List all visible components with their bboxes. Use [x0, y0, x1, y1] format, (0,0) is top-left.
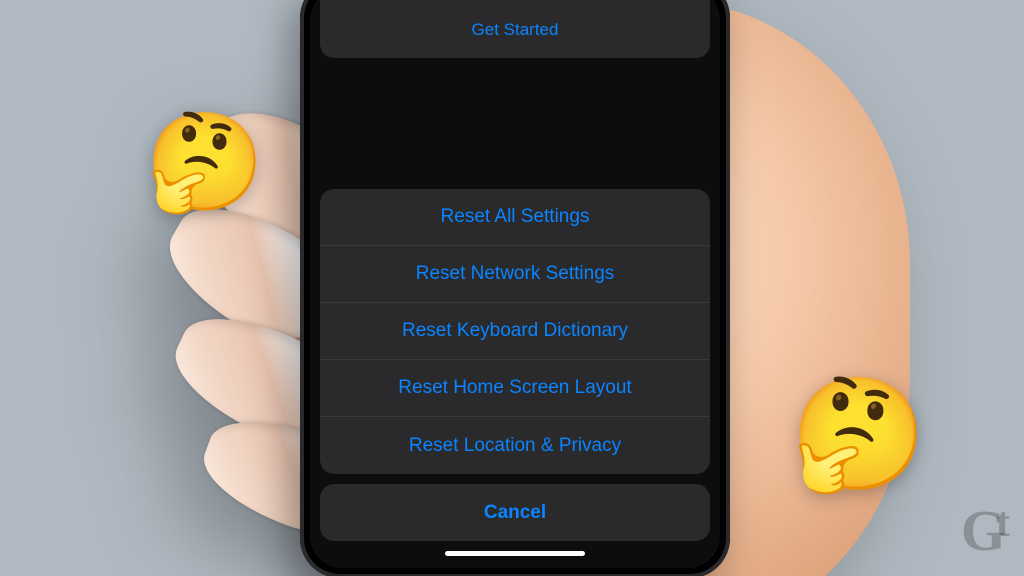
iphone-screen: Get Started Reset All Settings Reset Net… [310, 0, 720, 568]
reset-all-settings-item[interactable]: Reset All Settings [320, 189, 710, 246]
reset-item-label: Reset Keyboard Dictionary [402, 320, 628, 342]
cancel-button[interactable]: Cancel [320, 484, 710, 541]
action-sheet-backdrop: Get Started Reset All Settings Reset Net… [310, 0, 720, 568]
thinking-face-emoji-icon: 🤔 [145, 115, 265, 211]
thinking-face-emoji-icon: 🤔 [790, 380, 927, 490]
reset-location-privacy-item[interactable]: Reset Location & Privacy [320, 417, 710, 474]
reset-action-sheet: Reset All Settings Reset Network Setting… [320, 189, 710, 474]
top-card: Get Started [320, 0, 710, 58]
watermark-logo: Gt [961, 497, 1006, 564]
iphone-frame: Get Started Reset All Settings Reset Net… [300, 0, 730, 576]
reset-item-label: Reset Location & Privacy [409, 435, 621, 457]
reset-item-label: Reset Network Settings [416, 263, 615, 285]
home-indicator[interactable] [445, 551, 585, 556]
reset-network-settings-item[interactable]: Reset Network Settings [320, 246, 710, 303]
reset-item-label: Reset All Settings [441, 206, 590, 228]
reset-keyboard-dictionary-item[interactable]: Reset Keyboard Dictionary [320, 303, 710, 360]
watermark-letter: t [996, 500, 1006, 546]
reset-home-screen-layout-item[interactable]: Reset Home Screen Layout [320, 360, 710, 417]
cancel-label: Cancel [484, 502, 546, 524]
reset-item-label: Reset Home Screen Layout [398, 377, 631, 399]
get-started-link[interactable]: Get Started [472, 20, 559, 40]
